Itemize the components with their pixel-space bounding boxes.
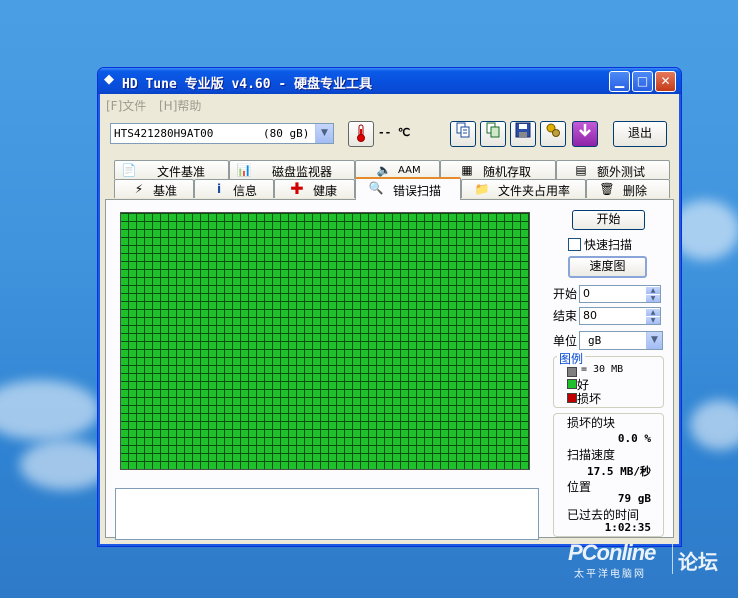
end-position-input[interactable]: 80 ▲ ▼ <box>579 307 661 325</box>
tab-info[interactable]: i 信息 <box>194 179 274 198</box>
unit-select[interactable]: gB ▼ <box>579 331 663 350</box>
start-field-label: 开始 <box>553 287 578 301</box>
copy-screenshot-icon[interactable] <box>480 121 506 147</box>
watermark-forum: 论坛 <box>678 550 718 574</box>
minimize-button[interactable]: ▁ <box>609 71 630 92</box>
folder-icon: 📁 <box>474 182 490 196</box>
chevron-down-icon[interactable]: ▼ <box>646 332 662 349</box>
random-access-icon: ▦ <box>461 163 473 177</box>
temperature-readout: -- ℃ <box>378 126 411 139</box>
drive-select[interactable]: HTS421280H9AT00 (80 gB) ▼ <box>110 123 334 144</box>
tab-health[interactable]: ✚ 健康 <box>274 179 355 198</box>
background-cloud <box>690 400 738 450</box>
info-icon: i <box>216 182 222 196</box>
spin-up-icon[interactable]: ▲ <box>646 309 660 316</box>
menu-file[interactable]: [F]文件 <box>106 97 146 114</box>
tab-error-scan[interactable]: 🔍 错误扫描 <box>355 177 461 200</box>
end-field-label: 结束 <box>553 309 578 323</box>
health-cross-icon: ✚ <box>290 179 304 198</box>
file-benchmark-icon: 📄 <box>121 163 137 177</box>
spin-down-icon[interactable]: ▼ <box>646 317 660 324</box>
damaged-blocks-value: 0.0 % <box>617 432 651 445</box>
close-button[interactable]: ✕ <box>655 71 676 92</box>
trash-icon: 🗑 <box>599 182 615 196</box>
speaker-icon: 🔈 <box>376 163 392 177</box>
elapsed-time-value: 1:02:35 <box>604 521 651 534</box>
scan-speed-label: 扫描速度 <box>567 448 616 462</box>
scan-block-map <box>120 212 530 470</box>
watermark-sub: 太平洋电脑网 <box>574 569 646 580</box>
drive-name: HTS421280H9AT00 <box>114 127 214 140</box>
window-title: HD Tune 专业版 v4.60 - 硬盘专业工具 <box>122 77 373 92</box>
quick-scan-label: 快速扫描 <box>584 238 633 252</box>
scan-speed-value: 17.5 MB/秒 <box>587 465 651 478</box>
chevron-down-icon[interactable]: ▼ <box>315 124 333 143</box>
tab-benchmark[interactable]: ⚡ 基准 <box>114 179 194 198</box>
tab-folder-usage[interactable]: 📁 文件夹占用率 <box>461 179 586 198</box>
legend-good-swatch <box>567 379 577 389</box>
spin-up-icon[interactable]: ▲ <box>646 287 660 294</box>
download-icon[interactable] <box>572 121 598 147</box>
disk-monitor-icon: 📊 <box>236 163 252 177</box>
tab-extra-tests[interactable]: ▤ 额外测试 <box>556 160 670 179</box>
drive-capacity: (80 gB) <box>263 127 310 140</box>
legend-bad-swatch <box>567 393 577 403</box>
exit-button[interactable]: 退出 <box>613 121 667 147</box>
thermometer-icon[interactable] <box>348 121 374 147</box>
legend-bad-label: 损坏 <box>577 392 602 406</box>
title-bar[interactable]: ◆ HD Tune 专业版 v4.60 - 硬盘专业工具 ▁ □ ✕ <box>98 68 681 94</box>
extra-tests-icon: ▤ <box>575 163 587 177</box>
scan-log-box[interactable] <box>115 488 539 540</box>
magnifier-icon: 🔍 <box>368 181 384 195</box>
legend-block-size: = 30 MB <box>581 364 624 375</box>
options-icon[interactable] <box>540 121 566 147</box>
menu-bar: [F]文件 [H]帮助 <box>101 95 678 113</box>
menu-help[interactable]: [H]帮助 <box>159 97 201 114</box>
position-value: 79 gB <box>617 492 651 505</box>
watermark-divider <box>672 544 673 574</box>
start-position-input[interactable]: 0 ▲ ▼ <box>579 285 661 303</box>
maximize-button[interactable]: □ <box>632 71 653 92</box>
background-cloud <box>0 380 100 440</box>
app-icon: ◆ <box>104 72 114 87</box>
quick-scan-checkbox[interactable] <box>568 238 581 251</box>
save-icon[interactable] <box>510 121 536 147</box>
watermark-brand: PConline <box>568 540 656 565</box>
tab-disk-monitor[interactable]: 📊 磁盘监视器 <box>229 160 355 179</box>
legend-block-swatch <box>567 367 577 377</box>
copy-info-icon[interactable] <box>450 121 476 147</box>
hdtune-window: ◆ HD Tune 专业版 v4.60 - 硬盘专业工具 ▁ □ ✕ [F]文件… <box>97 67 682 547</box>
speed-map-button[interactable]: 速度图 <box>568 256 647 278</box>
start-scan-button[interactable]: 开始 <box>572 210 645 230</box>
tab-file-benchmark[interactable]: 📄 文件基准 <box>114 160 229 179</box>
tab-erase[interactable]: 🗑 删除 <box>586 179 670 198</box>
damaged-blocks-label: 损坏的块 <box>567 416 616 430</box>
unit-label: 单位 <box>553 334 578 348</box>
benchmark-icon: ⚡ <box>134 182 144 196</box>
spin-down-icon[interactable]: ▼ <box>646 295 660 302</box>
